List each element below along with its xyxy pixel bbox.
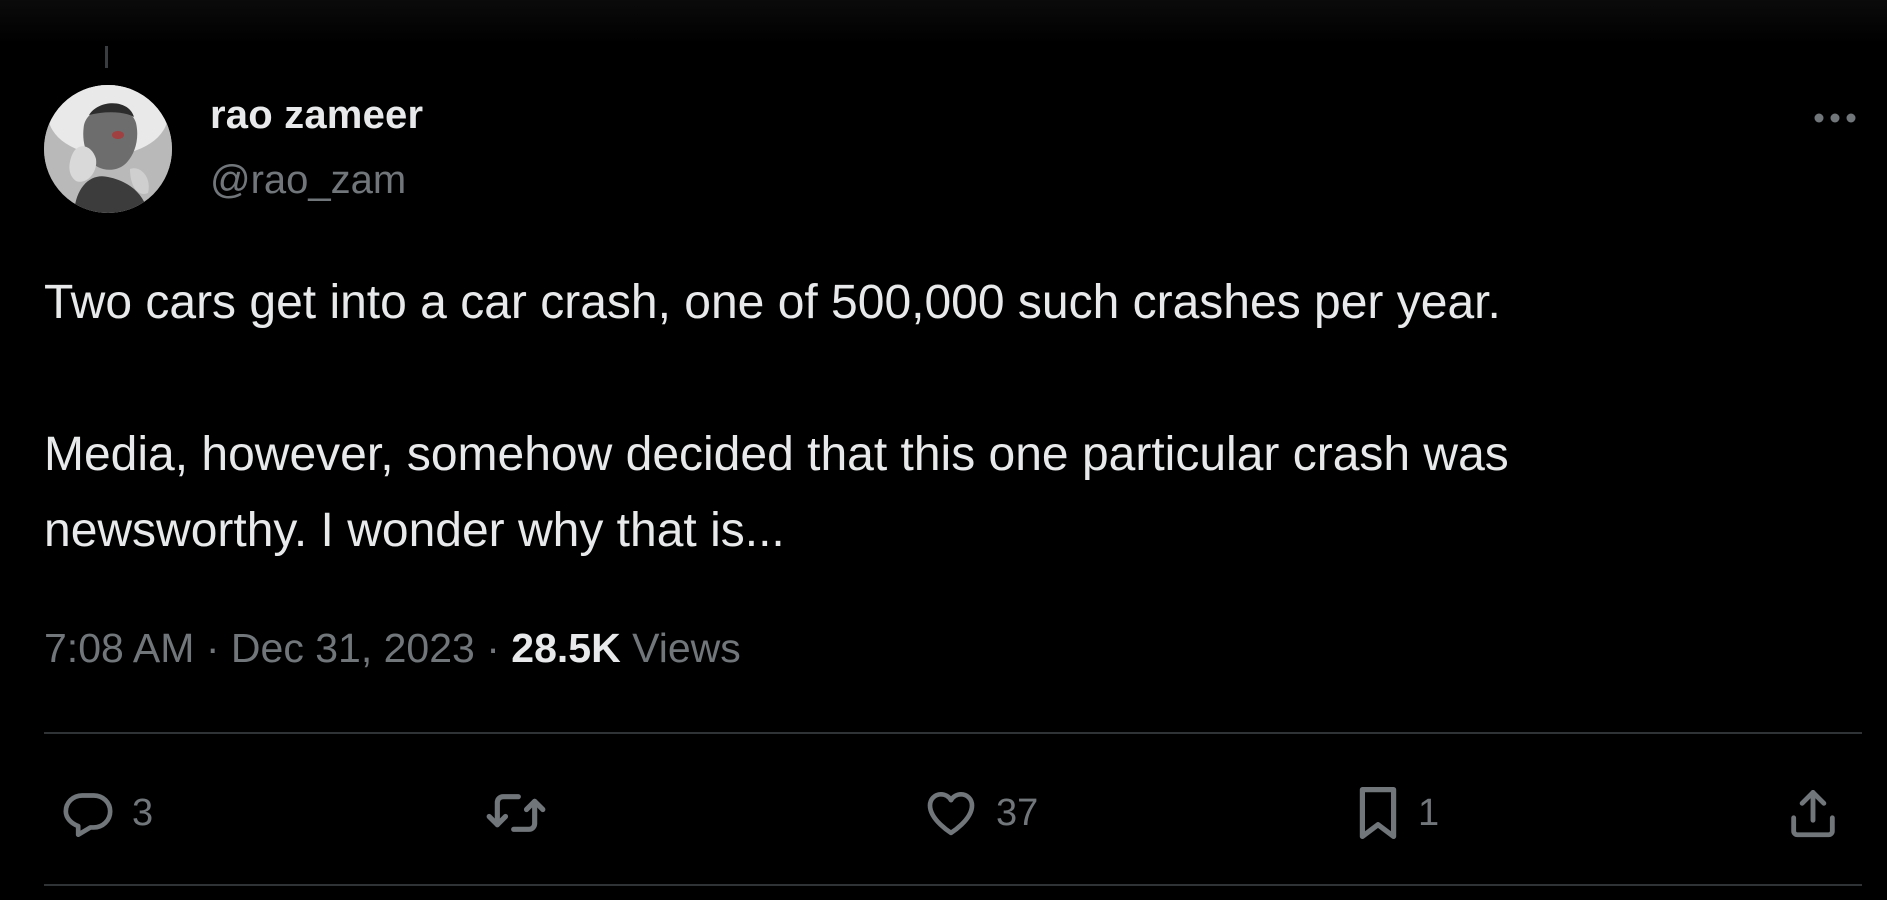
retweet-icon: [486, 794, 546, 832]
more-icon: [1814, 113, 1856, 123]
share-button[interactable]: [1784, 770, 1842, 856]
retweet-button[interactable]: [480, 770, 566, 856]
avatar[interactable]: [44, 85, 172, 213]
bookmark-count: 1: [1418, 791, 1440, 834]
reply-count: 3: [132, 791, 154, 834]
tweet-meta: 7:08 AM · Dec 31, 2023 · 28.5K Views: [44, 625, 741, 672]
tweet-paragraph: Two cars get into a car crash, one of 50…: [44, 276, 1501, 329]
more-options-button[interactable]: [1808, 100, 1862, 136]
tweet-text: Two cars get into a car crash, one of 50…: [44, 265, 1844, 569]
divider: [44, 732, 1862, 734]
like-count: 37: [996, 791, 1039, 834]
author-handle[interactable]: @rao_zam: [210, 158, 406, 203]
meta-separator: ·: [205, 625, 220, 671]
tweet-date[interactable]: Dec 31, 2023: [231, 625, 475, 671]
tweet-paragraph: Media, however, somehow decided that thi…: [44, 428, 1509, 557]
bookmark-icon: [1359, 786, 1397, 839]
divider: [44, 884, 1862, 886]
profile-photo-icon: [44, 85, 172, 213]
author-display-name[interactable]: rao zameer: [210, 93, 423, 138]
top-bar-shadow: [0, 0, 1887, 44]
meta-separator: ·: [486, 625, 500, 671]
views-count: 28.5K: [511, 625, 621, 671]
reply-button[interactable]: 3: [58, 770, 153, 856]
action-bar: 3 37 1: [44, 770, 1862, 856]
bookmark-button[interactable]: 1: [1352, 770, 1439, 856]
reply-icon: [63, 793, 113, 838]
views-label: Views: [632, 625, 741, 671]
tweet-time[interactable]: 7:08 AM: [44, 625, 194, 671]
like-button[interactable]: 37: [920, 770, 1038, 856]
heart-icon: [927, 792, 975, 836]
thread-line: [105, 46, 108, 68]
share-icon: [1791, 790, 1835, 838]
